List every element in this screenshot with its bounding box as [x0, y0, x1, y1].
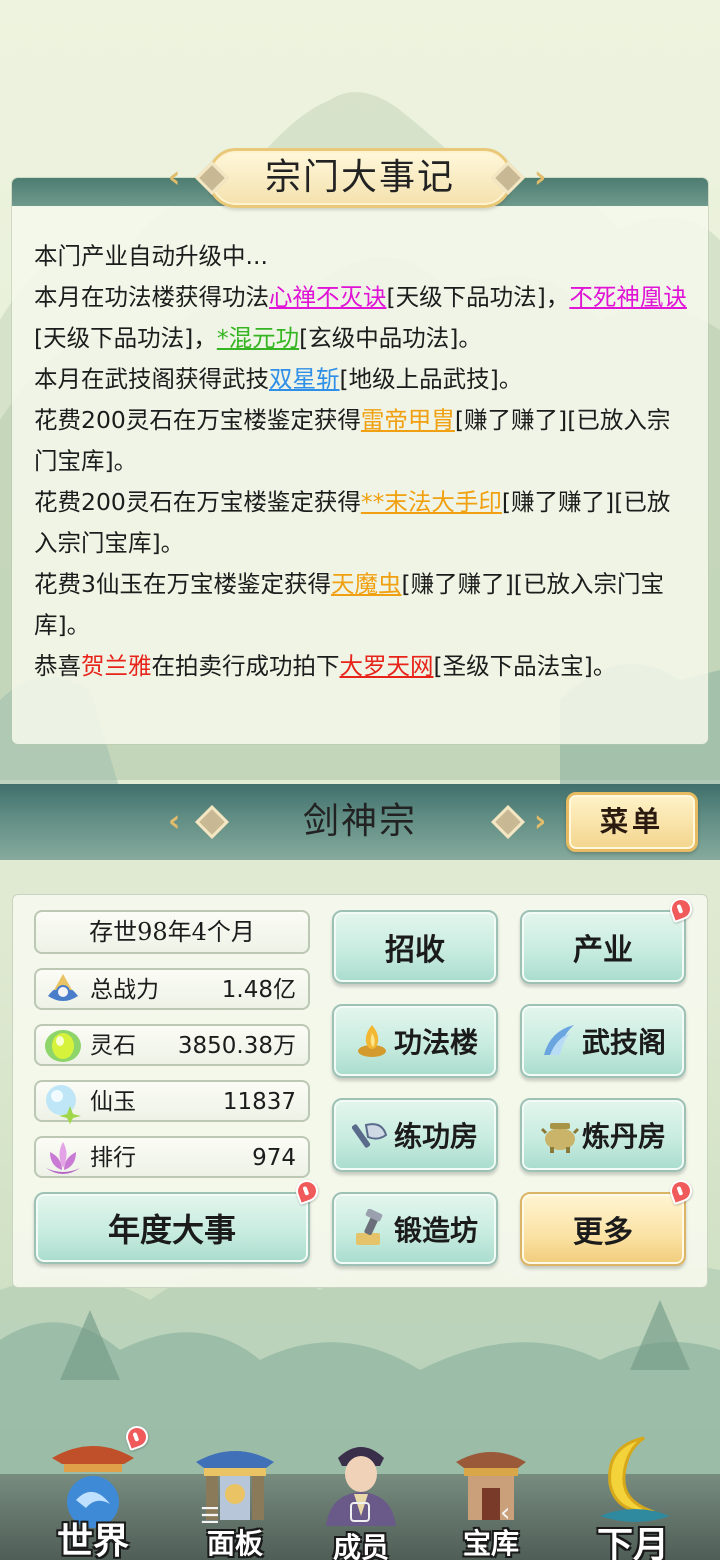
more-button[interactable]: 更多: [520, 1192, 686, 1266]
skill-tower-button[interactable]: 功法楼: [332, 1004, 498, 1078]
immortal-jade-value: 11837: [222, 1089, 296, 1115]
chronicle-entry: 花费3仙玉在万宝楼鉴定获得天魔虫[赚了赚了][已放入宗门宝库]。: [34, 564, 690, 646]
more-label: 更多: [573, 1215, 633, 1250]
forge-label: 锻造坊: [393, 1214, 478, 1247]
chronicle-panel: 本门产业自动升级中... 本月在功法楼获得功法心禅不灭诀[天级下品功法]，不死神凰…: [12, 178, 708, 744]
chronicle-text-segment: 本月在武技阁获得武技: [34, 365, 269, 393]
training-room-button[interactable]: 练功房: [332, 1098, 498, 1172]
axe-icon: [351, 1123, 388, 1148]
nav-treasury[interactable]: 宝库: [426, 1440, 556, 1560]
chronicle-text-segment: [圣级下品法宝]。: [433, 652, 617, 680]
ranking-stat: 排行 974: [34, 1136, 310, 1178]
nav-next-month-label: 下月: [596, 1524, 669, 1560]
forge-hammer-icon: [355, 1209, 383, 1245]
sect-name: 剑神宗: [302, 801, 417, 842]
ranking-value: 974: [252, 1145, 296, 1171]
menu-button[interactable]: 菜单: [566, 792, 698, 852]
martial-pavilion-button[interactable]: 武技阁: [520, 1004, 686, 1078]
chronicle-text-segment: 花费200灵石在万宝楼鉴定获得: [34, 488, 361, 516]
chronicle-text-segment: 花费3仙玉在万宝楼鉴定获得: [34, 570, 331, 598]
total-power-value: 1.48亿: [221, 977, 296, 1003]
chronicle-entry: 本月在功法楼获得功法心禅不灭诀[天级下品功法]，不死神凰诀[天级下品功法]，*混…: [34, 277, 690, 359]
chronicle-text-segment: [天级下品功法]，: [34, 324, 217, 352]
system-menu-icon[interactable]: ☰: [200, 1504, 220, 1529]
sect-age: 存世98年4个月: [34, 910, 310, 954]
skill-tower-label: 功法楼: [393, 1026, 478, 1059]
martial-pavilion-label: 武技阁: [581, 1026, 666, 1059]
chronicle-highlight-link[interactable]: 雷帝甲胄: [361, 406, 455, 434]
chronicle-text-segment: [玄级中品功法]。: [299, 324, 482, 352]
immortal-jade-label: 仙玉: [90, 1089, 136, 1115]
spirit-stone-icon: [45, 1030, 81, 1062]
treasury-building-icon: [456, 1452, 526, 1520]
total-power-stat: 总战力 1.48亿: [34, 968, 310, 1010]
cauldron-icon: [540, 1123, 580, 1153]
chronicle-title: 宗门大事记: [264, 157, 455, 198]
industry-button[interactable]: 产业: [520, 910, 686, 984]
nav-panel[interactable]: 面板: [170, 1440, 300, 1560]
chronicle-text: 本门产业自动升级中... 本月在功法楼获得功法心禅不灭诀[天级下品功法]，不死神凰…: [34, 236, 690, 687]
nav-world[interactable]: 世界: [28, 1422, 158, 1560]
recruit-button[interactable]: 招收: [332, 910, 498, 984]
chronicle-text-segment: 在拍卖行成功拍下: [151, 652, 340, 680]
chronicle-text-segment: [地级上品武技]。: [339, 365, 523, 393]
annual-events-button[interactable]: 年度大事: [34, 1192, 310, 1264]
chronicle-highlight-link[interactable]: *混元功: [217, 324, 299, 352]
wave-blade-icon: [543, 1025, 574, 1055]
nav-members-label: 成员: [332, 1531, 389, 1560]
chronicle-text-segment: [天级下品功法]，: [386, 283, 570, 311]
chronicle-highlight-link[interactable]: 心禅不灭诀: [269, 283, 387, 311]
annual-events-label: 年度大事: [107, 1211, 236, 1249]
crescent-moon-icon: [600, 1436, 670, 1522]
chronicle-highlight-link[interactable]: **末法大手印: [361, 488, 502, 516]
chronicle-highlight-link[interactable]: 大罗天网: [340, 652, 434, 680]
immortal-jade-stat: 仙玉 11837: [34, 1080, 310, 1124]
spirit-stone-stat: 灵石 3850.38万: [34, 1024, 310, 1066]
chronicle-entry: 本月在武技阁获得武技双星斩[地级上品武技]。: [34, 359, 690, 400]
chronicle-entry: 本门产业自动升级中...: [34, 236, 690, 277]
chronicle-entry: 花费200灵石在万宝楼鉴定获得**末法大手印[赚了赚了][已放入宗门宝库]。: [34, 482, 690, 564]
total-power-label: 总战力: [90, 977, 159, 1003]
recruit-label: 招收: [385, 933, 445, 968]
chronicle-entry: 恭喜贺兰雅在拍卖行成功拍下大罗天网[圣级下品法宝]。: [34, 646, 690, 687]
system-back-icon[interactable]: ‹: [500, 1498, 510, 1528]
chronicle-highlight-link[interactable]: 双星斩: [269, 365, 340, 393]
nav-panel-label: 面板: [206, 1527, 263, 1560]
spirit-stone-label: 灵石: [90, 1033, 136, 1059]
chronicle-entry: 花费200灵石在万宝楼鉴定获得雷帝甲胄[赚了赚了][已放入宗门宝库]。: [34, 400, 690, 482]
flame-icon: [357, 1025, 386, 1057]
forge-button[interactable]: 锻造坊: [332, 1192, 498, 1266]
chronicle-text-segment: 本月在功法楼获得功法: [34, 283, 269, 311]
chronicle-text-segment: 本门产业自动升级中...: [34, 242, 268, 270]
nav-members[interactable]: 成员: [296, 1436, 426, 1560]
chronicle-text-segment: 花费200灵石在万宝楼鉴定获得: [34, 406, 361, 434]
alchemy-room-button[interactable]: 炼丹房: [520, 1098, 686, 1172]
sect-name-plaque: ‹ › 剑神宗: [168, 790, 552, 854]
chronicle-title-plaque: ‹ › 宗门大事记: [168, 146, 552, 210]
chronicle-highlight-link: 贺兰雅: [81, 652, 152, 680]
alchemy-room-label: 炼丹房: [581, 1120, 666, 1153]
chronicle-highlight-link[interactable]: 天魔虫: [331, 570, 402, 598]
nav-world-label: 世界: [56, 1520, 129, 1560]
industry-label: 产业: [573, 933, 633, 968]
chronicle-highlight-link[interactable]: 不死神凰诀: [569, 283, 687, 311]
spirit-stone-value: 3850.38万: [177, 1033, 296, 1059]
lotus-icon: [46, 1142, 80, 1174]
immortal-jade-icon: [46, 1085, 81, 1124]
nav-treasury-label: 宝库: [462, 1527, 519, 1560]
training-room-label: 练功房: [393, 1120, 478, 1153]
ranking-label: 排行: [90, 1145, 136, 1171]
nav-next-month[interactable]: 下月: [568, 1432, 698, 1560]
chronicle-text-segment: 恭喜: [34, 652, 81, 680]
power-icon: [48, 974, 78, 1001]
system-home-icon[interactable]: [350, 1502, 370, 1522]
